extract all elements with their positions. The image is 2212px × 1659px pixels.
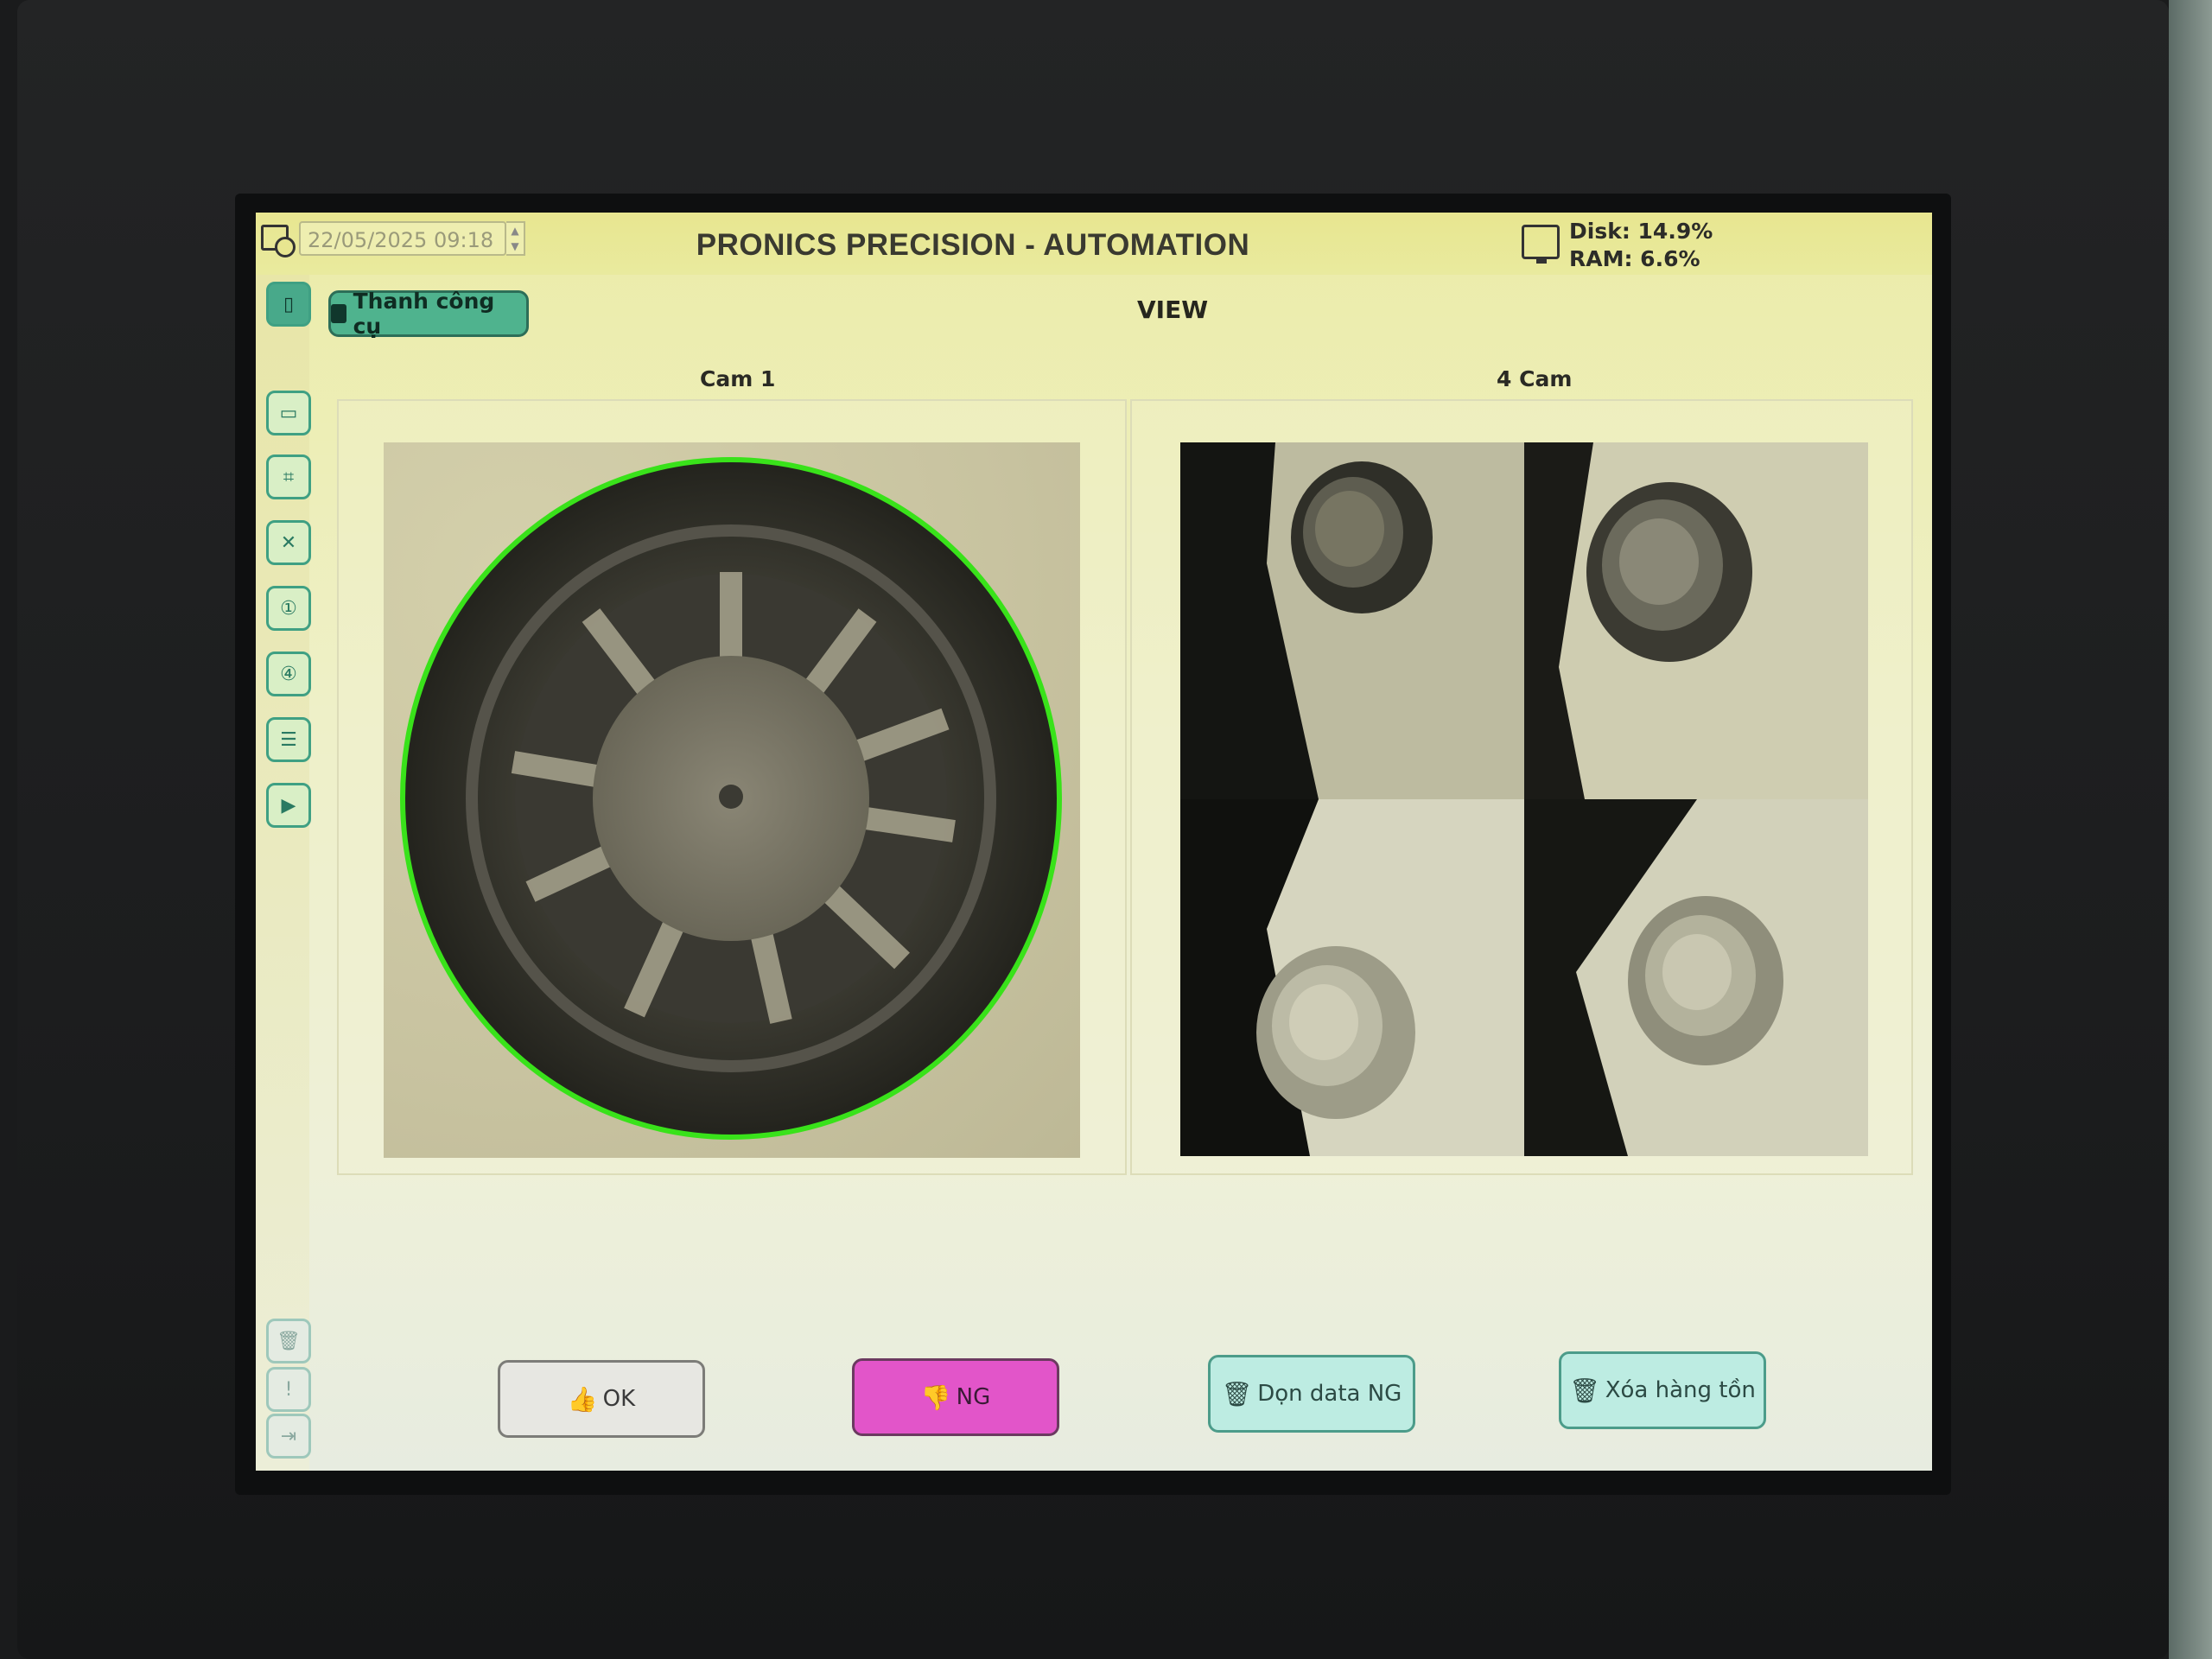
tools-button[interactable]: Thanh công cụ bbox=[328, 289, 529, 339]
cam4-quadrant-2 bbox=[1524, 442, 1868, 799]
clean-ng-label: Dọn data NG bbox=[1257, 1381, 1402, 1407]
list-icon[interactable]: ☰ bbox=[266, 717, 311, 762]
alert-icon[interactable]: ! bbox=[266, 1367, 311, 1412]
datetime-group: 22/05/2025 09:18 ▲ ▼ bbox=[259, 221, 525, 257]
cam1-label: Cam 1 bbox=[700, 366, 776, 391]
phone-icon[interactable]: ▯ bbox=[266, 282, 311, 327]
camera-1-icon[interactable]: ① bbox=[266, 586, 311, 631]
toolbox-icon bbox=[331, 304, 346, 323]
ok-button[interactable]: 👍 OK bbox=[498, 1360, 705, 1438]
exit-icon[interactable]: ⇥ bbox=[266, 1414, 311, 1459]
capture-icon[interactable]: ⌗ bbox=[266, 454, 311, 499]
tools-button-label: Thanh công cụ bbox=[353, 289, 495, 339]
system-monitor-icon bbox=[1522, 225, 1560, 264]
clear-stock-button[interactable]: 🗑 Xóa hàng tồn bbox=[1559, 1351, 1766, 1429]
camera-4-icon[interactable]: ④ bbox=[266, 652, 311, 696]
cam4-quadrant-3 bbox=[1180, 799, 1524, 1156]
ok-label: OK bbox=[602, 1386, 636, 1412]
calendar-clock-icon bbox=[259, 221, 296, 257]
app-title: PRONICS PRECISION - AUTOMATION bbox=[696, 228, 1250, 262]
view-title: VIEW bbox=[1137, 296, 1209, 324]
trash-icon[interactable]: 🗑 bbox=[266, 1319, 311, 1363]
datetime-field[interactable]: 22/05/2025 09:18 bbox=[299, 221, 506, 256]
cam4-image-grid bbox=[1180, 442, 1868, 1156]
trash-icon: 🗑 bbox=[1569, 1376, 1600, 1405]
clean-ng-data-button[interactable]: 🗑 Dọn data NG bbox=[1208, 1355, 1415, 1433]
ng-label: NG bbox=[956, 1384, 991, 1410]
cam4-quadrant-1 bbox=[1180, 442, 1524, 799]
hmi-screen: 22/05/2025 09:18 ▲ ▼ PRONICS PRECISION - … bbox=[256, 213, 1932, 1471]
cam4-quadrant-4 bbox=[1524, 799, 1868, 1156]
background-edge bbox=[2169, 0, 2212, 1659]
trash-icon: 🗑 bbox=[1221, 1379, 1253, 1408]
thumbs-down-icon: 👎 bbox=[920, 1382, 951, 1412]
ram-usage: RAM: 6.6% bbox=[1569, 246, 1700, 271]
system-stats: Disk: 14.9% RAM: 6.6% bbox=[1569, 218, 1713, 273]
header-bar: 22/05/2025 09:18 ▲ ▼ PRONICS PRECISION - … bbox=[256, 213, 1932, 275]
cam4-label: 4 Cam bbox=[1497, 366, 1573, 391]
sidebar: ▯ ▭ ⌗ ✕ ① ④ ☰ ▶ 🗑 ! ⇥ bbox=[256, 275, 311, 1471]
datetime-spinner[interactable]: ▲ ▼ bbox=[506, 221, 525, 256]
collapse-icon[interactable]: ✕ bbox=[266, 520, 311, 565]
media-icon[interactable]: ▶ bbox=[266, 783, 311, 828]
ng-button[interactable]: 👎 NG bbox=[852, 1358, 1059, 1436]
thumbs-up-icon: 👍 bbox=[567, 1384, 598, 1414]
disk-usage: Disk: 14.9% bbox=[1569, 219, 1713, 244]
cam1-image bbox=[384, 442, 1080, 1158]
monitor-icon[interactable]: ▭ bbox=[266, 391, 311, 435]
clear-stock-label: Xóa hàng tồn bbox=[1605, 1377, 1756, 1403]
